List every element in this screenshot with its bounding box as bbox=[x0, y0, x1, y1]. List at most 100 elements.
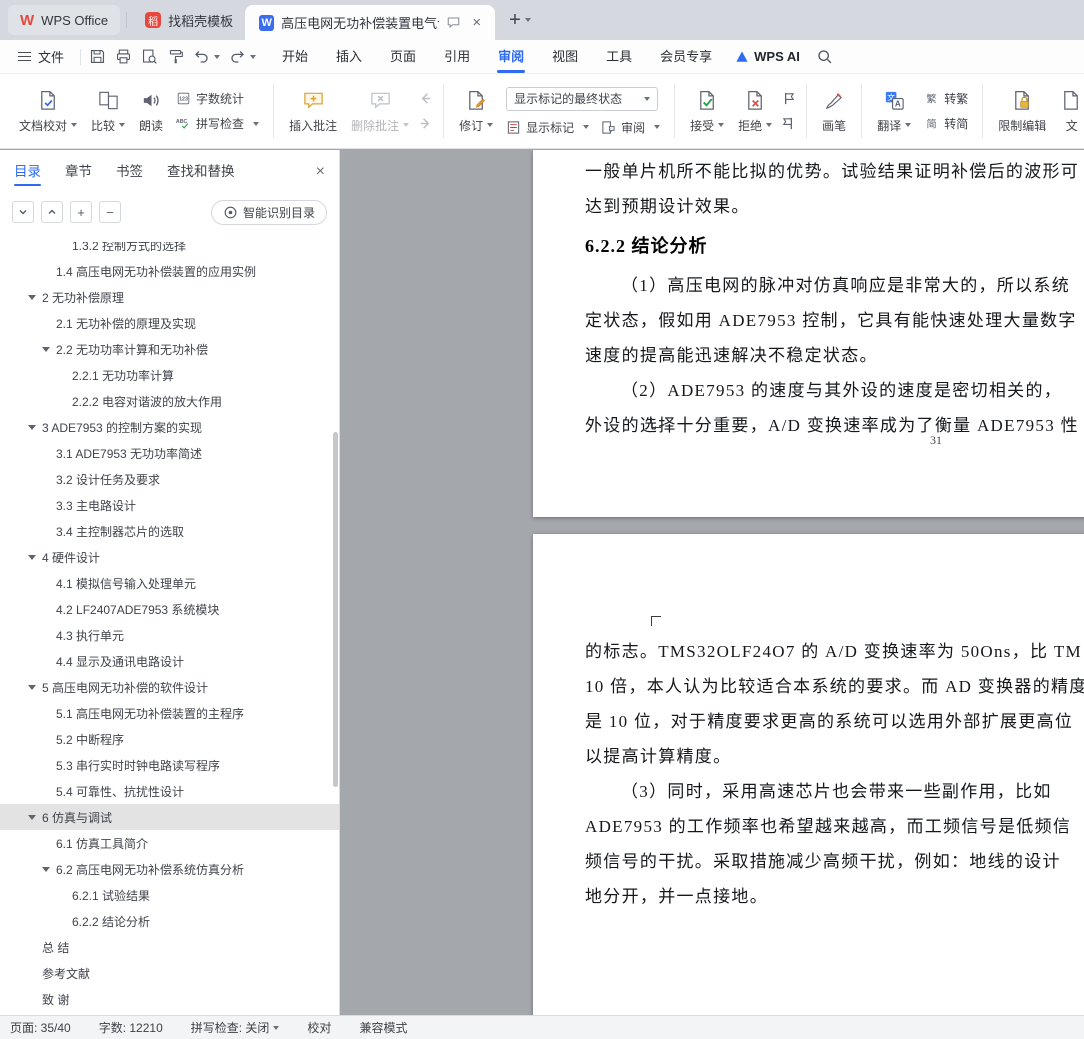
status-proofread[interactable]: 校对 bbox=[307, 1019, 331, 1036]
reject-button[interactable]: 拒绝 bbox=[731, 79, 779, 143]
track-changes-button[interactable]: 修订 bbox=[452, 79, 500, 143]
menu-tab[interactable]: 插入 bbox=[322, 40, 376, 73]
expand-icon[interactable] bbox=[28, 554, 36, 560]
accept-button[interactable]: 接受 bbox=[683, 79, 731, 143]
pen-button[interactable]: 画笔 bbox=[815, 79, 853, 143]
menu-tab[interactable]: 工具 bbox=[592, 40, 646, 73]
spell-check-button[interactable]: ABC 拼写检查 bbox=[176, 115, 260, 132]
compare-button[interactable]: 比较 bbox=[84, 79, 132, 143]
wps-ai-button[interactable]: WPS AI bbox=[734, 49, 800, 65]
document-canvas[interactable]: 一般单片机所不能比拟的优势。试验结果证明补偿后的波形可 达到预期设计效果。 6.2.… bbox=[341, 150, 1084, 1015]
toc-item[interactable]: 5 高压电网无功补偿的软件设计 bbox=[0, 674, 339, 700]
menu-tab[interactable]: 开始 bbox=[268, 40, 322, 73]
toc-item[interactable]: 6.1 仿真工具简介 bbox=[0, 830, 339, 856]
toc-item[interactable]: 5.1 高压电网无功补偿装置的主程序 bbox=[0, 700, 339, 726]
read-aloud-button[interactable]: 朗读 bbox=[132, 79, 170, 143]
menu-tab[interactable]: 会员专享 bbox=[646, 40, 726, 73]
toc-item[interactable]: 4.3 执行单元 bbox=[0, 622, 339, 648]
review-pane-button[interactable]: 审阅 bbox=[601, 119, 661, 136]
document-page-32[interactable]: 的标志。TMS32OLF24O7 的 A/D 变换速率为 50Ons，比 TM 1… bbox=[533, 534, 1084, 1015]
toc-item[interactable]: 4.4 显示及通讯电路设计 bbox=[0, 648, 339, 674]
toc-item[interactable]: 3.2 设计任务及要求 bbox=[0, 466, 339, 492]
close-sidebar-icon[interactable]: × bbox=[316, 163, 325, 181]
toc-item[interactable]: 6.2.1 试验结果 bbox=[0, 882, 339, 908]
undo-button[interactable] bbox=[193, 48, 221, 65]
toc-item[interactable]: 3.3 主电路设计 bbox=[0, 492, 339, 518]
sidebar-tab[interactable]: 查找和替换 bbox=[167, 150, 235, 194]
menu-tab[interactable]: 审阅 bbox=[484, 40, 538, 73]
print-icon[interactable] bbox=[115, 48, 132, 65]
toc-item[interactable]: 2.1 无功补偿的原理及实现 bbox=[0, 310, 339, 336]
save-icon[interactable] bbox=[89, 48, 106, 65]
previous-change-icon[interactable] bbox=[781, 91, 796, 106]
insert-comment-button[interactable]: 插入批注 bbox=[282, 79, 344, 143]
status-page-indicator[interactable]: 页面: 35/40 bbox=[10, 1019, 71, 1036]
status-word-count[interactable]: 字数: 12210 bbox=[99, 1019, 163, 1036]
search-icon[interactable] bbox=[816, 48, 833, 65]
format-painter-icon[interactable] bbox=[167, 48, 184, 65]
toc-item[interactable]: 4 硬件设计 bbox=[0, 544, 339, 570]
menu-tab[interactable]: 页面 bbox=[376, 40, 430, 73]
zoom-out-button[interactable]: − bbox=[99, 201, 121, 223]
sidebar-scrollbar[interactable] bbox=[333, 432, 338, 787]
redo-button[interactable] bbox=[229, 48, 257, 65]
toc-item[interactable]: 参考文献 bbox=[0, 960, 339, 986]
tab-docer-templates[interactable]: 稻 找稻壳模板 bbox=[133, 5, 245, 35]
menu-tab[interactable]: 视图 bbox=[538, 40, 592, 73]
toc-item[interactable]: 2.2 无功功率计算和无功补偿 bbox=[0, 336, 339, 362]
document-page-31[interactable]: 一般单片机所不能比拟的优势。试验结果证明补偿后的波形可 达到预期设计效果。 6.2.… bbox=[533, 150, 1084, 517]
restrict-editing-button[interactable]: 限制编辑 bbox=[991, 79, 1053, 143]
toc-item[interactable]: 5.2 中断程序 bbox=[0, 726, 339, 752]
word-count-button[interactable]: 123 字数统计 bbox=[176, 90, 259, 107]
next-change-icon[interactable] bbox=[781, 116, 796, 131]
expand-all-button[interactable] bbox=[12, 201, 34, 223]
menu-tab[interactable]: 引用 bbox=[430, 40, 484, 73]
to-traditional-button[interactable]: 繁 转繁 bbox=[924, 90, 969, 107]
toc-item[interactable]: 1.4 高压电网无功补偿装置的应用实例 bbox=[0, 258, 339, 284]
to-simplified-button[interactable]: 简 转简 bbox=[924, 115, 969, 132]
toc-item[interactable]: 2.2.2 电容对谐波的放大作用 bbox=[0, 388, 339, 414]
toc-item[interactable]: 1.3.2 控制方式的选择 bbox=[0, 242, 339, 258]
toc-item[interactable]: 6.2.2 结论分析 bbox=[0, 908, 339, 934]
show-markup-button[interactable]: 显示标记 bbox=[506, 119, 590, 136]
sidebar-tab[interactable]: 书签 bbox=[116, 150, 143, 194]
next-comment-icon[interactable] bbox=[418, 116, 433, 131]
toc-item[interactable]: 5.3 串行实时时钟电路读写程序 bbox=[0, 752, 339, 778]
toc-item[interactable]: 总 结 bbox=[0, 934, 339, 960]
toc-item[interactable]: 致 谢 bbox=[0, 986, 339, 1012]
toc-item[interactable]: 4.1 模拟信号输入处理单元 bbox=[0, 570, 339, 596]
toc-item[interactable]: 6 仿真与调试 bbox=[0, 804, 339, 830]
comment-bubble-icon[interactable] bbox=[446, 15, 461, 30]
clipped-ribbon-button[interactable]: 文 bbox=[1053, 79, 1084, 143]
toc-item[interactable]: 3.1 ADE7953 无功功率简述 bbox=[0, 440, 339, 466]
zoom-in-button[interactable]: + bbox=[70, 201, 92, 223]
toc-item[interactable]: 2 无功补偿原理 bbox=[0, 284, 339, 310]
translate-button[interactable]: 文A 翻译 bbox=[870, 79, 918, 143]
doc-proofing-button[interactable]: 文档校对 bbox=[12, 79, 84, 143]
expand-icon[interactable] bbox=[28, 424, 36, 430]
collapse-all-button[interactable] bbox=[41, 201, 63, 223]
toc-item[interactable]: 6.2 高压电网无功补偿系统仿真分析 bbox=[0, 856, 339, 882]
expand-icon[interactable] bbox=[28, 294, 36, 300]
toc-item[interactable]: 3 ADE7953 的控制方案的实现 bbox=[0, 414, 339, 440]
status-compat-mode[interactable]: 兼容模式 bbox=[359, 1019, 407, 1036]
close-tab-icon[interactable]: × bbox=[472, 14, 481, 31]
smart-recognize-button[interactable]: 智能识别目录 bbox=[210, 199, 327, 225]
file-menu-button[interactable]: 文件 bbox=[10, 47, 72, 66]
expand-icon[interactable] bbox=[28, 814, 36, 820]
toc-item[interactable]: 2.2.1 无功功率计算 bbox=[0, 362, 339, 388]
status-spell-check[interactable]: 拼写检查: 关闭 bbox=[191, 1019, 280, 1036]
tab-list-chevron-icon[interactable] bbox=[524, 18, 531, 22]
new-tab-button[interactable]: + bbox=[509, 10, 521, 30]
expand-icon[interactable] bbox=[28, 684, 36, 690]
toc-item[interactable]: 5.4 可靠性、抗扰性设计 bbox=[0, 778, 339, 804]
tab-current-document[interactable]: W 高压电网无功补偿装置电气设 × bbox=[245, 5, 496, 40]
sidebar-tab[interactable]: 章节 bbox=[65, 150, 92, 194]
sidebar-tab[interactable]: 目录 bbox=[14, 150, 41, 194]
delete-comment-button[interactable]: 删除批注 bbox=[344, 79, 416, 143]
previous-comment-icon[interactable] bbox=[418, 91, 433, 106]
toc-item[interactable]: 3.4 主控制器芯片的选取 bbox=[0, 518, 339, 544]
markup-state-dropdown[interactable]: 显示标记的最终状态 bbox=[506, 86, 659, 111]
toc-item[interactable]: 4.2 LF2407ADE7953 系统模块 bbox=[0, 596, 339, 622]
tab-wps-office[interactable]: W WPS Office bbox=[8, 5, 121, 35]
